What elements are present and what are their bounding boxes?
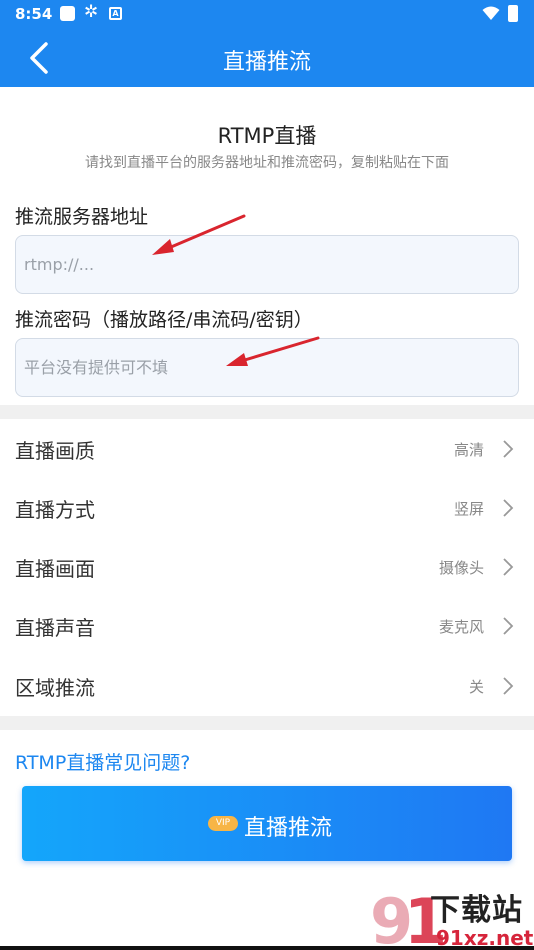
- notification-square-icon: [60, 6, 75, 21]
- battery-icon: [508, 5, 518, 22]
- wifi-icon: [482, 6, 500, 20]
- faq-link[interactable]: RTMP直播常见问题?: [15, 748, 190, 775]
- setting-row-regional-push[interactable]: 区域推流 关: [0, 656, 534, 715]
- setting-row-video-source[interactable]: 直播画面 摄像头: [0, 537, 534, 596]
- setting-row-orientation[interactable]: 直播方式 竖屏: [0, 478, 534, 537]
- nav-bar: 直播推流: [0, 30, 534, 87]
- stream-key-label: 推流密码（播放路径/串流码/密钥）: [15, 309, 313, 331]
- setting-value: 竖屏: [453, 500, 484, 518]
- setting-row-audio-source[interactable]: 直播声音 麦克风: [0, 596, 534, 655]
- settings-notification-icon: ✲: [84, 2, 99, 22]
- chevron-right-icon: [503, 558, 514, 576]
- setting-value: 高清: [453, 441, 484, 459]
- server-address-label: 推流服务器地址: [15, 206, 149, 228]
- server-address-input[interactable]: [16, 236, 518, 293]
- setting-label: 直播方式: [15, 498, 95, 522]
- status-time: 8:54: [15, 5, 53, 23]
- watermark-name: 下载站: [430, 893, 523, 928]
- chevron-right-icon: [503, 677, 514, 695]
- setting-label: 直播画面: [15, 557, 95, 581]
- app-screen: 8:54 ✲ A 直播推流 RTMP直播 请找到直播平台的服务器地址和推流密码，…: [0, 0, 534, 950]
- setting-label: 直播声音: [15, 616, 95, 640]
- chevron-right-icon: [503, 499, 514, 517]
- setting-value: 摄像头: [438, 559, 484, 577]
- section-divider: [0, 716, 534, 730]
- rtmp-heading: RTMP直播: [217, 124, 317, 148]
- top-bar: 8:54 ✲ A 直播推流: [0, 0, 534, 87]
- chevron-right-icon: [503, 617, 514, 635]
- rtmp-instructions: 请找到直播平台的服务器地址和推流密码，复制粘贴在下面: [85, 155, 449, 171]
- chevron-right-icon: [503, 440, 514, 458]
- red-arrow-icon: [226, 336, 320, 366]
- setting-value: 麦克风: [438, 618, 484, 636]
- setting-row-quality[interactable]: 直播画质 高清: [0, 419, 534, 478]
- setting-label: 区域推流: [15, 676, 95, 700]
- section-divider: [0, 405, 534, 419]
- a-notification-icon: A: [109, 7, 122, 20]
- setting-value: 关: [468, 678, 484, 696]
- setting-label: 直播画质: [15, 439, 95, 463]
- status-bar: 8:54 ✲ A: [0, 0, 534, 30]
- page-title: 直播推流: [222, 50, 311, 75]
- start-live-button[interactable]: VIP 直播推流: [22, 786, 512, 861]
- bottom-edge: [0, 946, 534, 950]
- vip-badge: VIP: [208, 816, 238, 831]
- server-address-field: [15, 235, 519, 294]
- start-live-label: 直播推流: [244, 816, 333, 841]
- red-arrow-icon: [152, 214, 246, 255]
